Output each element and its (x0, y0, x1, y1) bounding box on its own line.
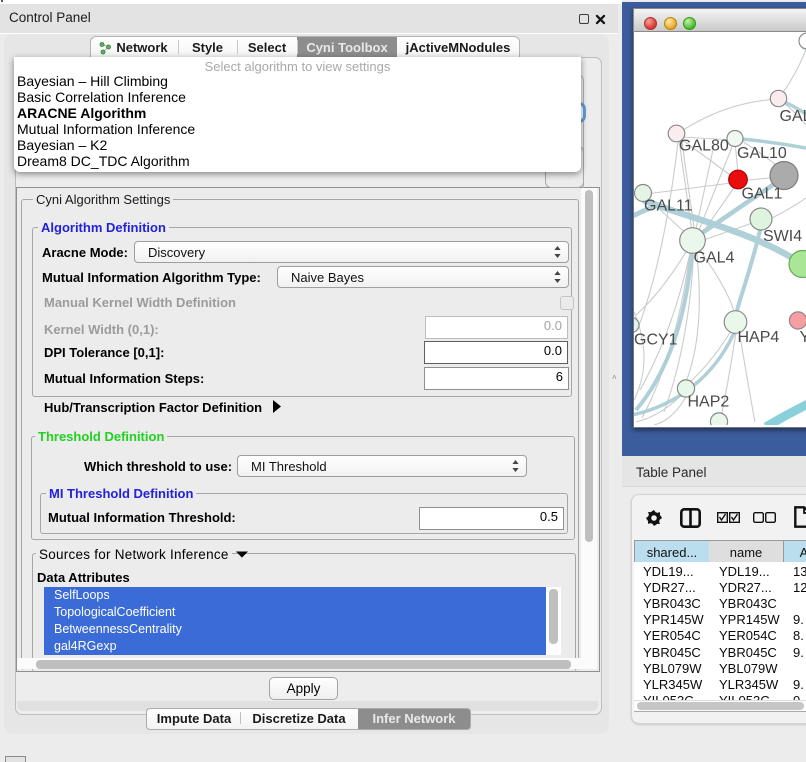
svg-text:Y: Y (800, 329, 806, 346)
svg-text:GAL7: GAL7 (780, 108, 806, 125)
svg-text:GAL10: GAL10 (737, 145, 787, 162)
svg-text:HAP2: HAP2 (688, 394, 730, 411)
svg-text:GAL80: GAL80 (679, 138, 729, 155)
svg-text:SWI4: SWI4 (763, 228, 802, 245)
svg-text:GCY1: GCY1 (634, 332, 678, 349)
svg-text:GAL11: GAL11 (644, 198, 693, 215)
svg-text:HAP4: HAP4 (738, 329, 780, 346)
svg-text:GAL1: GAL1 (742, 186, 783, 203)
svg-text:GAL4: GAL4 (694, 250, 735, 267)
